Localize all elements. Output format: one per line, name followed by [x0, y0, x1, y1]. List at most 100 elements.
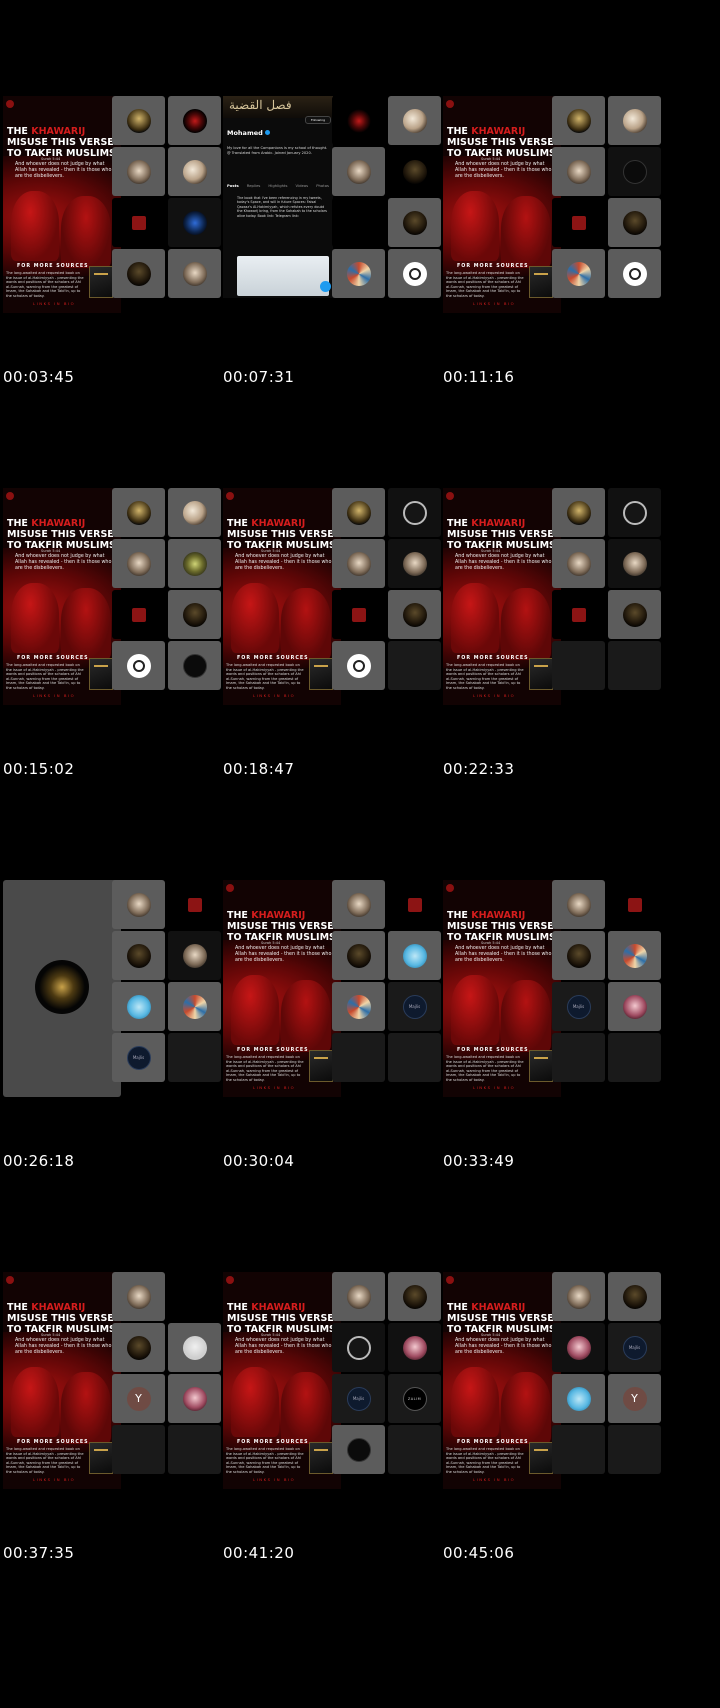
- participant-tile[interactable]: [332, 249, 385, 298]
- participant-tile[interactable]: [168, 147, 221, 196]
- participant-tile[interactable]: [388, 1425, 441, 1474]
- participant-tile[interactable]: [552, 880, 605, 929]
- participant-tile[interactable]: [168, 198, 221, 247]
- participant-tile[interactable]: [168, 982, 221, 1031]
- participant-tile[interactable]: [388, 641, 441, 690]
- participant-tile[interactable]: [388, 488, 441, 537]
- participant-tile[interactable]: [388, 249, 441, 298]
- participant-tile[interactable]: [608, 1425, 661, 1474]
- participant-tile[interactable]: [332, 198, 385, 247]
- tab-videos[interactable]: Videos: [296, 183, 309, 188]
- participant-tile[interactable]: [168, 96, 221, 145]
- participant-tile[interactable]: [552, 488, 605, 537]
- participant-tile[interactable]: [388, 198, 441, 247]
- participant-tile[interactable]: [608, 249, 661, 298]
- participant-tile[interactable]: [552, 590, 605, 639]
- participant-tile[interactable]: [608, 1033, 661, 1082]
- participant-tile[interactable]: [552, 1272, 605, 1321]
- participant-tile[interactable]: [552, 1323, 605, 1372]
- participant-tile[interactable]: [112, 198, 165, 247]
- participant-tile[interactable]: [608, 982, 661, 1031]
- participant-tile[interactable]: [552, 641, 605, 690]
- participant-tile[interactable]: [332, 1272, 385, 1321]
- participant-tile[interactable]: [388, 96, 441, 145]
- participant-tile[interactable]: [112, 590, 165, 639]
- participant-tile[interactable]: [332, 96, 385, 145]
- participant-tile[interactable]: [112, 1374, 165, 1423]
- participant-tile[interactable]: [608, 1374, 661, 1423]
- participant-tile[interactable]: [552, 1033, 605, 1082]
- tab-photos[interactable]: Photos: [316, 183, 329, 188]
- participant-tile[interactable]: [332, 1323, 385, 1372]
- participant-tile[interactable]: [112, 249, 165, 298]
- following-button[interactable]: Following: [305, 116, 331, 124]
- tab-posts[interactable]: Posts: [227, 183, 239, 188]
- participant-tile[interactable]: [332, 539, 385, 588]
- participant-tile[interactable]: [332, 641, 385, 690]
- participant-tile[interactable]: [608, 1323, 661, 1372]
- participant-tile[interactable]: [608, 590, 661, 639]
- participant-tile[interactable]: [552, 539, 605, 588]
- participant-tile[interactable]: [168, 641, 221, 690]
- participant-tile[interactable]: [552, 931, 605, 980]
- participant-tile[interactable]: [388, 982, 441, 1031]
- participant-tile[interactable]: [332, 931, 385, 980]
- tab-highlights[interactable]: Highlights: [268, 183, 287, 188]
- participant-tile[interactable]: [552, 982, 605, 1031]
- compose-button[interactable]: [320, 281, 331, 292]
- participant-tile[interactable]: [552, 198, 605, 247]
- participant-tile[interactable]: [332, 590, 385, 639]
- participant-tile[interactable]: [608, 1272, 661, 1321]
- participant-tile[interactable]: [112, 488, 165, 537]
- participant-tile[interactable]: [168, 1033, 221, 1082]
- participant-tile[interactable]: [388, 539, 441, 588]
- active-speaker-tile[interactable]: [3, 880, 121, 1097]
- participant-tile[interactable]: [388, 1323, 441, 1372]
- tab-replies[interactable]: Replies: [247, 183, 261, 188]
- participant-tile[interactable]: [168, 590, 221, 639]
- participant-tile[interactable]: [112, 147, 165, 196]
- participant-tile[interactable]: [388, 1033, 441, 1082]
- participant-tile[interactable]: [112, 1033, 165, 1082]
- participant-tile[interactable]: [608, 96, 661, 145]
- participant-tile[interactable]: [388, 590, 441, 639]
- participant-tile[interactable]: [608, 539, 661, 588]
- participant-tile[interactable]: [112, 96, 165, 145]
- participant-tile[interactable]: [332, 1033, 385, 1082]
- participant-tile[interactable]: [332, 880, 385, 929]
- participant-tile[interactable]: [168, 1425, 221, 1474]
- participant-tile[interactable]: [112, 880, 165, 929]
- participant-tile[interactable]: [112, 539, 165, 588]
- participant-tile[interactable]: [608, 147, 661, 196]
- participant-tile[interactable]: [168, 931, 221, 980]
- participant-tile[interactable]: [332, 1425, 385, 1474]
- participant-tile[interactable]: [168, 1323, 221, 1372]
- participant-tile[interactable]: [552, 1425, 605, 1474]
- participant-tile[interactable]: [608, 931, 661, 980]
- participant-tile[interactable]: [552, 96, 605, 145]
- participant-tile[interactable]: [332, 488, 385, 537]
- participant-tile[interactable]: [168, 249, 221, 298]
- participant-tile[interactable]: [608, 880, 661, 929]
- participant-tile[interactable]: [552, 1374, 605, 1423]
- participant-tile[interactable]: [112, 1425, 165, 1474]
- participant-tile[interactable]: [332, 982, 385, 1031]
- participant-tile[interactable]: [168, 539, 221, 588]
- participant-tile[interactable]: [388, 880, 441, 929]
- participant-tile[interactable]: [168, 880, 221, 929]
- participant-tile[interactable]: [112, 1272, 165, 1321]
- participant-tile[interactable]: [552, 147, 605, 196]
- participant-tile[interactable]: [168, 488, 221, 537]
- participant-tile[interactable]: [112, 982, 165, 1031]
- participant-tile[interactable]: [388, 931, 441, 980]
- participant-tile[interactable]: [552, 249, 605, 298]
- participant-tile[interactable]: [388, 1374, 441, 1423]
- participant-tile[interactable]: [332, 1374, 385, 1423]
- participant-tile[interactable]: [332, 147, 385, 196]
- participant-tile[interactable]: [112, 1323, 165, 1372]
- participant-tile[interactable]: [112, 641, 165, 690]
- participant-tile[interactable]: [608, 488, 661, 537]
- participant-tile[interactable]: [388, 1272, 441, 1321]
- participant-tile[interactable]: [168, 1272, 221, 1321]
- participant-tile[interactable]: [168, 1374, 221, 1423]
